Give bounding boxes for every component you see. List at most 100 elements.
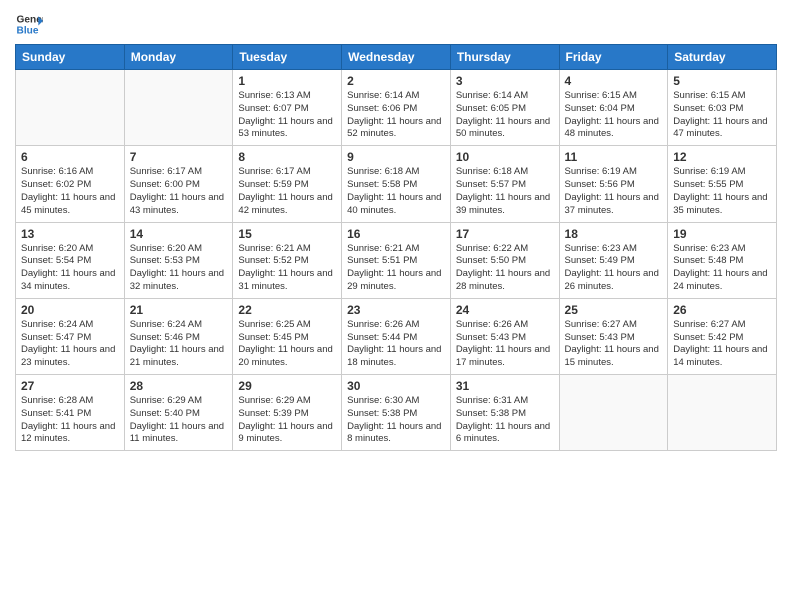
calendar-cell-3-4: 24Sunrise: 6:26 AM Sunset: 5:43 PM Dayli…	[450, 298, 559, 374]
calendar-cell-2-0: 13 Sunrise: 6:20 AM Sunset: 5:54 PM Dayli…	[16, 222, 125, 298]
day-number: 19	[673, 227, 771, 241]
calendar-week-0: 1Sunrise: 6:13 AM Sunset: 6:07 PM Daylig…	[16, 70, 777, 146]
page: General Blue SundayMondayTuesdayWednesda…	[0, 0, 792, 612]
calendar-cell-0-1	[124, 70, 233, 146]
day-number: 5	[673, 74, 771, 88]
cell-info: Sunrise: 6:16 AM Sunset: 6:02 PM Dayligh…	[21, 166, 119, 217]
calendar-cell-2-3: 16 Sunrise: 6:21 AM Sunset: 5:51 PM Dayli…	[342, 222, 451, 298]
day-number: 7	[130, 150, 228, 164]
calendar-cell-3-1: 21 Sunrise: 6:24 AM Sunset: 5:46 PM Dayli…	[124, 298, 233, 374]
calendar-cell-1-6: 12 Sunrise: 6:19 AM Sunset: 5:55 PM Dayli…	[668, 146, 777, 222]
cell-info: Sunrise: 6:26 AM Sunset: 5:43 PM Dayligh…	[456, 319, 554, 370]
cell-info: Sunrise: 6:17 AM Sunset: 5:59 PM Dayligh…	[238, 166, 336, 217]
calendar-cell-3-2: 22Sunrise: 6:25 AM Sunset: 5:45 PM Dayli…	[233, 298, 342, 374]
calendar-cell-2-4: 17 Sunrise: 6:22 AM Sunset: 5:50 PM Dayli…	[450, 222, 559, 298]
day-number: 27	[21, 379, 119, 393]
day-number: 12	[673, 150, 771, 164]
day-number: 21	[130, 303, 228, 317]
cell-info: Sunrise: 6:24 AM Sunset: 5:46 PM Dayligh…	[130, 319, 228, 370]
cell-info: Sunrise: 6:23 AM Sunset: 5:49 PM Dayligh…	[565, 243, 663, 294]
day-number: 30	[347, 379, 445, 393]
calendar-cell-0-4: 3Sunrise: 6:14 AM Sunset: 6:05 PM Daylig…	[450, 70, 559, 146]
calendar-week-3: 20 Sunrise: 6:24 AM Sunset: 5:47 PM Dayli…	[16, 298, 777, 374]
calendar-cell-0-2: 1Sunrise: 6:13 AM Sunset: 6:07 PM Daylig…	[233, 70, 342, 146]
day-number: 8	[238, 150, 336, 164]
calendar-cell-4-2: 29 Sunrise: 6:29 AM Sunset: 5:39 PM Dayli…	[233, 375, 342, 451]
calendar-week-1: 6 Sunrise: 6:16 AM Sunset: 6:02 PM Daylig…	[16, 146, 777, 222]
cell-info: Sunrise: 6:19 AM Sunset: 5:56 PM Dayligh…	[565, 166, 663, 217]
day-number: 9	[347, 150, 445, 164]
calendar-cell-4-3: 30 Sunrise: 6:30 AM Sunset: 5:38 PM Dayli…	[342, 375, 451, 451]
cell-info: Sunrise: 6:31 AM Sunset: 5:38 PM Dayligh…	[456, 395, 554, 446]
cell-info: Sunrise: 6:17 AM Sunset: 6:00 PM Dayligh…	[130, 166, 228, 217]
cell-info: Sunrise: 6:21 AM Sunset: 5:52 PM Dayligh…	[238, 243, 336, 294]
cell-info: Sunrise: 6:18 AM Sunset: 5:58 PM Dayligh…	[347, 166, 445, 217]
weekday-thursday: Thursday	[450, 45, 559, 70]
day-number: 31	[456, 379, 554, 393]
day-number: 1	[238, 74, 336, 88]
calendar-cell-4-5	[559, 375, 668, 451]
calendar-cell-1-5: 11 Sunrise: 6:19 AM Sunset: 5:56 PM Dayli…	[559, 146, 668, 222]
day-number: 23	[347, 303, 445, 317]
day-number: 6	[21, 150, 119, 164]
cell-info: Sunrise: 6:26 AM Sunset: 5:44 PM Dayligh…	[347, 319, 445, 370]
cell-info: Sunrise: 6:27 AM Sunset: 5:42 PM Dayligh…	[673, 319, 771, 370]
day-number: 10	[456, 150, 554, 164]
weekday-tuesday: Tuesday	[233, 45, 342, 70]
cell-info: Sunrise: 6:22 AM Sunset: 5:50 PM Dayligh…	[456, 243, 554, 294]
cell-info: Sunrise: 6:14 AM Sunset: 6:06 PM Dayligh…	[347, 90, 445, 141]
cell-info: Sunrise: 6:20 AM Sunset: 5:54 PM Dayligh…	[21, 243, 119, 294]
cell-info: Sunrise: 6:15 AM Sunset: 6:03 PM Dayligh…	[673, 90, 771, 141]
weekday-header-row: SundayMondayTuesdayWednesdayThursdayFrid…	[16, 45, 777, 70]
day-number: 17	[456, 227, 554, 241]
cell-info: Sunrise: 6:20 AM Sunset: 5:53 PM Dayligh…	[130, 243, 228, 294]
calendar-cell-1-2: 8 Sunrise: 6:17 AM Sunset: 5:59 PM Daylig…	[233, 146, 342, 222]
day-number: 28	[130, 379, 228, 393]
calendar-cell-3-5: 25Sunrise: 6:27 AM Sunset: 5:43 PM Dayli…	[559, 298, 668, 374]
cell-info: Sunrise: 6:29 AM Sunset: 5:40 PM Dayligh…	[130, 395, 228, 446]
day-number: 11	[565, 150, 663, 164]
calendar-cell-4-0: 27Sunrise: 6:28 AM Sunset: 5:41 PM Dayli…	[16, 375, 125, 451]
cell-info: Sunrise: 6:23 AM Sunset: 5:48 PM Dayligh…	[673, 243, 771, 294]
calendar-cell-2-2: 15 Sunrise: 6:21 AM Sunset: 5:52 PM Dayli…	[233, 222, 342, 298]
logo-icon: General Blue	[15, 10, 43, 38]
calendar-cell-1-4: 10 Sunrise: 6:18 AM Sunset: 5:57 PM Dayli…	[450, 146, 559, 222]
weekday-friday: Friday	[559, 45, 668, 70]
calendar-cell-0-3: 2Sunrise: 6:14 AM Sunset: 6:06 PM Daylig…	[342, 70, 451, 146]
day-number: 29	[238, 379, 336, 393]
calendar-cell-2-5: 18Sunrise: 6:23 AM Sunset: 5:49 PM Dayli…	[559, 222, 668, 298]
cell-info: Sunrise: 6:24 AM Sunset: 5:47 PM Dayligh…	[21, 319, 119, 370]
day-number: 4	[565, 74, 663, 88]
calendar-cell-2-1: 14 Sunrise: 6:20 AM Sunset: 5:53 PM Dayli…	[124, 222, 233, 298]
day-number: 13	[21, 227, 119, 241]
cell-info: Sunrise: 6:14 AM Sunset: 6:05 PM Dayligh…	[456, 90, 554, 141]
calendar-cell-4-4: 31 Sunrise: 6:31 AM Sunset: 5:38 PM Dayli…	[450, 375, 559, 451]
day-number: 20	[21, 303, 119, 317]
cell-info: Sunrise: 6:18 AM Sunset: 5:57 PM Dayligh…	[456, 166, 554, 217]
calendar-cell-1-0: 6 Sunrise: 6:16 AM Sunset: 6:02 PM Daylig…	[16, 146, 125, 222]
calendar-table: SundayMondayTuesdayWednesdayThursdayFrid…	[15, 44, 777, 451]
calendar-week-2: 13 Sunrise: 6:20 AM Sunset: 5:54 PM Dayli…	[16, 222, 777, 298]
calendar-cell-1-1: 7 Sunrise: 6:17 AM Sunset: 6:00 PM Daylig…	[124, 146, 233, 222]
cell-info: Sunrise: 6:30 AM Sunset: 5:38 PM Dayligh…	[347, 395, 445, 446]
calendar-cell-0-6: 5 Sunrise: 6:15 AM Sunset: 6:03 PM Daylig…	[668, 70, 777, 146]
cell-info: Sunrise: 6:19 AM Sunset: 5:55 PM Dayligh…	[673, 166, 771, 217]
cell-info: Sunrise: 6:25 AM Sunset: 5:45 PM Dayligh…	[238, 319, 336, 370]
day-number: 15	[238, 227, 336, 241]
svg-text:Blue: Blue	[17, 25, 39, 36]
cell-info: Sunrise: 6:29 AM Sunset: 5:39 PM Dayligh…	[238, 395, 336, 446]
weekday-sunday: Sunday	[16, 45, 125, 70]
calendar-cell-3-6: 26Sunrise: 6:27 AM Sunset: 5:42 PM Dayli…	[668, 298, 777, 374]
weekday-monday: Monday	[124, 45, 233, 70]
calendar-cell-2-6: 19 Sunrise: 6:23 AM Sunset: 5:48 PM Dayli…	[668, 222, 777, 298]
day-number: 16	[347, 227, 445, 241]
logo: General Blue	[15, 10, 43, 38]
calendar-week-4: 27Sunrise: 6:28 AM Sunset: 5:41 PM Dayli…	[16, 375, 777, 451]
day-number: 14	[130, 227, 228, 241]
calendar-cell-3-0: 20 Sunrise: 6:24 AM Sunset: 5:47 PM Dayli…	[16, 298, 125, 374]
calendar-cell-4-1: 28 Sunrise: 6:29 AM Sunset: 5:40 PM Dayli…	[124, 375, 233, 451]
calendar-cell-4-6	[668, 375, 777, 451]
cell-info: Sunrise: 6:21 AM Sunset: 5:51 PM Dayligh…	[347, 243, 445, 294]
calendar-cell-0-5: 4Sunrise: 6:15 AM Sunset: 6:04 PM Daylig…	[559, 70, 668, 146]
header: General Blue	[15, 10, 777, 38]
